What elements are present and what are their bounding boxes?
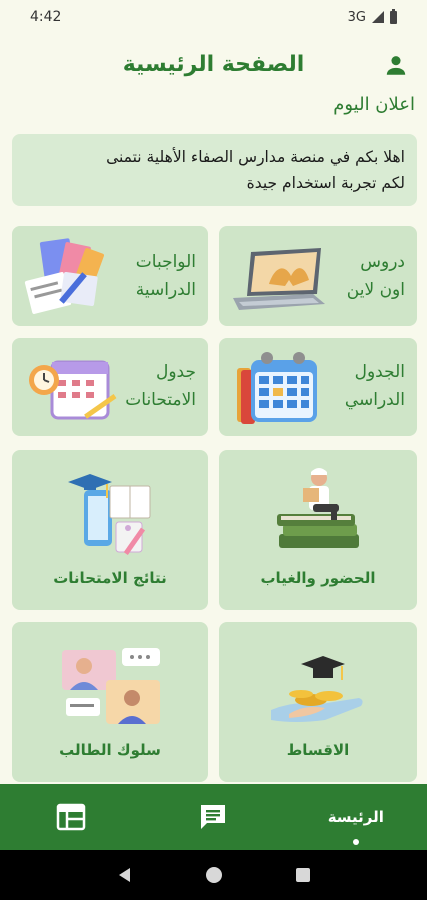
card-exam-results-label: نتائج الامتحانات [53,569,167,587]
nav-home[interactable]: الرئيسة [306,784,406,850]
card-homework-label: الواجبات الدراسية [136,248,196,304]
back-icon[interactable] [116,866,134,884]
nav-messages[interactable] [163,784,263,850]
card-exam-schedule-line2: الامتحانات [125,390,196,410]
active-indicator [352,839,359,845]
announcement-box: اهلا بكم في منصة مدارس الصفاء الأهلية نت… [12,134,417,206]
card-attendance[interactable]: الحضور والغياب [219,450,417,610]
card-schedule-label: الجدول الدراسي [345,358,405,414]
announcement-line-2: لكم تجربة استخدام جيدة [246,174,405,192]
calendar-icon [237,352,317,424]
profile-icon[interactable] [383,52,409,78]
card-attendance-label: الحضور والغياب [260,569,376,587]
card-behavior-label: سلوك الطالب [59,741,161,759]
battery-icon [390,8,397,24]
card-online-lessons[interactable]: دروس اون لاين [219,226,417,326]
announcement-title: اعلان اليوم [333,94,415,115]
nav-timetable[interactable] [21,784,121,850]
app-header: الصفحة الرئيسية [0,40,427,88]
page-title: الصفحة الرئيسية [122,51,305,77]
video-chat-icon [62,648,160,724]
student-reading-icon [277,468,359,548]
table-icon [56,803,86,831]
home-circle-icon[interactable] [205,866,223,884]
card-online-lessons-line1: دروس [360,252,405,272]
card-homework-line1: الواجبات [135,252,196,272]
card-online-lessons-label: دروس اون لاين [347,248,405,304]
laptop-book-icon [233,248,325,310]
card-online-lessons-line2: اون لاين [346,280,405,300]
card-behavior[interactable]: سلوك الطالب [12,622,208,782]
card-homework[interactable]: الواجبات الدراسية [12,226,208,326]
status-icons: 3G [347,8,397,25]
card-installments[interactable]: الاقساط [219,622,417,782]
card-schedule[interactable]: الجدول الدراسي [219,338,417,436]
system-navigation [0,850,427,900]
card-homework-line2: الدراسية [135,280,196,300]
alarm-calendar-icon [29,360,117,420]
books-stationery-icon [24,238,104,314]
graduation-phone-icon [68,474,151,556]
announcement-line-1: اهلا بكم في منصة مدارس الصفاء الأهلية نت… [106,148,405,166]
card-schedule-line2: الدراسي [344,390,405,410]
status-bar: 4:42 3G [0,0,427,34]
card-exam-schedule-line1: جدول [156,362,196,382]
card-exam-schedule-label: جدول الامتحانات [125,358,196,414]
card-schedule-line1: الجدول [354,362,405,382]
chat-icon [201,805,226,829]
card-exam-schedule[interactable]: جدول الامتحانات [12,338,208,436]
card-installments-label: الاقساط [286,741,350,759]
signal-icon [372,11,384,23]
status-time: 4:42 [30,9,62,25]
nav-home-label: الرئيسة [327,808,384,826]
recents-icon[interactable] [294,866,312,884]
network-type: 3G [347,9,366,25]
hand-coins-icon [271,656,363,722]
card-exam-results[interactable]: نتائج الامتحانات [12,450,208,610]
bottom-navigation: الرئيسة [0,784,427,850]
